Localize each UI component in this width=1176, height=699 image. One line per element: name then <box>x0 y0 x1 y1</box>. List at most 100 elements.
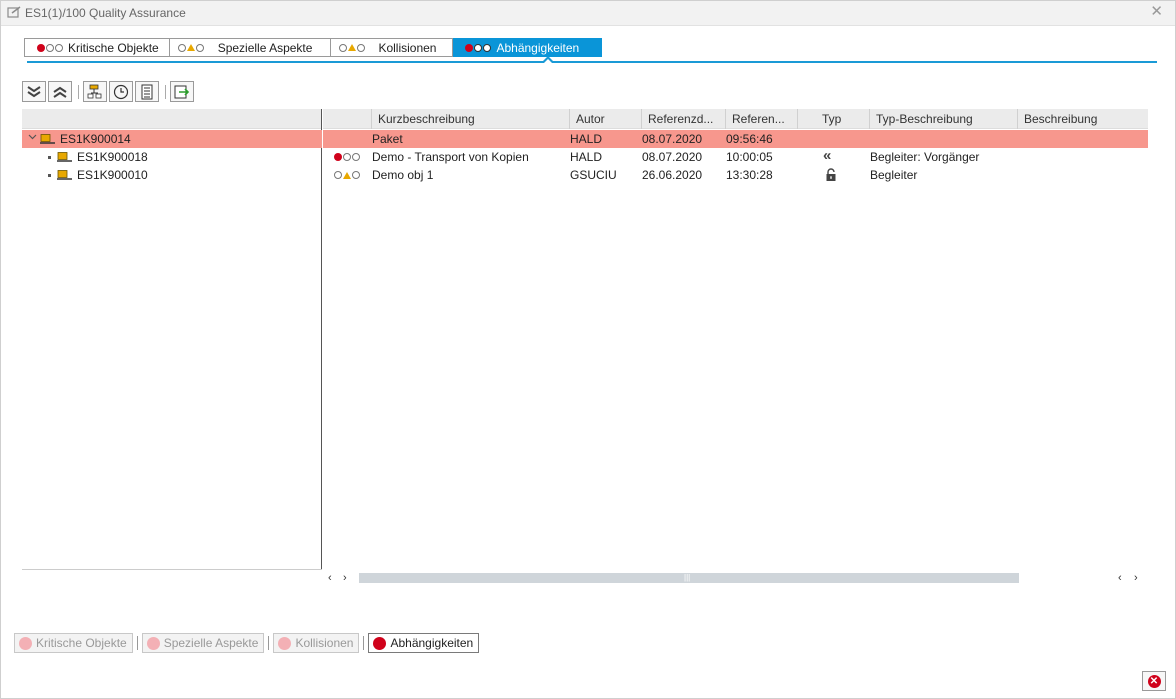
transport-request-icon <box>57 152 72 163</box>
grey-triangle-grey-icon <box>339 43 366 52</box>
unlocked-icon <box>825 168 837 186</box>
window-close-icon[interactable]: ✕ <box>1150 4 1163 20</box>
tab-abhaengigkeiten[interactable]: Abhängigkeiten <box>453 38 603 57</box>
collapse-all-icon <box>53 86 67 98</box>
tab-kritische-objekte[interactable]: Kritische Objekte <box>24 38 170 57</box>
scrollbar-thumb[interactable]: ||| <box>359 573 1019 583</box>
window-title: ES1(1)/100 Quality Assurance <box>25 6 186 20</box>
tab-label: Kollisionen <box>378 40 437 55</box>
tab-strip: Kritische Objekte Spezielle Aspekte Koll… <box>24 38 603 57</box>
spezielle-aspekte-button[interactable]: Spezielle Aspekte <box>141 633 265 653</box>
table-row[interactable]: Paket HALD 08.07.2020 09:56:46 <box>323 130 1148 148</box>
tab-label: Spezielle Aspekte <box>217 40 313 55</box>
horizontal-scrollbar[interactable]: ‹ › ||| ‹ › <box>323 571 1148 585</box>
clock-icon <box>113 84 129 99</box>
cell-kurzbeschreibung: Paket <box>372 132 403 146</box>
cell-referenzzeit: 10:00:05 <box>726 150 773 164</box>
column-header-typ[interactable]: Typ <box>797 109 869 129</box>
grey-triangle-grey-icon <box>177 43 205 52</box>
dependency-grid: Kurzbeschreibung Autor Referenzd... Refe… <box>323 109 1148 569</box>
column-header-beschreibung[interactable]: Beschreibung <box>1017 109 1148 129</box>
transport-request-icon <box>40 134 55 145</box>
column-header-referenzdatum[interactable]: Referenzd... <box>641 109 725 129</box>
cell-autor: GSUCIU <box>570 168 617 182</box>
tab-kollisionen[interactable]: Kollisionen <box>331 38 454 57</box>
status-dot-icon <box>146 636 160 650</box>
status-dot-icon <box>278 636 292 650</box>
toolbar-separator <box>78 84 79 99</box>
history-button[interactable] <box>109 81 133 102</box>
close-icon: ✕ <box>1147 674 1161 688</box>
button-label: Abhängigkeiten <box>390 636 474 650</box>
tree-header <box>22 109 321 129</box>
status-dot-icon <box>373 636 387 650</box>
scroll-left-icon[interactable]: ‹ <box>328 571 332 585</box>
column-header-referenzzeit[interactable]: Referen... <box>725 109 797 129</box>
cell-referenzzeit: 13:30:28 <box>726 168 773 182</box>
red-grey-grey-dots-icon <box>334 153 365 161</box>
column-header-autor[interactable]: Autor <box>569 109 641 129</box>
kollisionen-button[interactable]: Kollisionen <box>273 633 360 653</box>
button-separator <box>268 636 270 650</box>
scrollbar-grip-icon: ||| <box>684 573 691 582</box>
transport-tree: ES1K900014 ES1K900018 ES1K900010 <box>22 109 322 569</box>
table-row[interactable]: Demo obj 1 GSUCIU 26.06.2020 13:30:28 Be… <box>323 166 1148 184</box>
column-header-status[interactable] <box>323 109 371 129</box>
active-tab-caret-inner <box>544 59 552 63</box>
chevron-down-icon[interactable] <box>28 132 37 143</box>
grey-triangle-grey-icon <box>334 171 365 179</box>
red-grey-grey-dots-icon <box>37 43 64 52</box>
tree-row-label: ES1K900018 <box>77 150 148 164</box>
tree-row-label: ES1K900010 <box>77 168 148 182</box>
bottom-button-bar: Kritische Objekte Spezielle Aspekte Koll… <box>14 633 483 653</box>
cell-kurzbeschreibung: Demo - Transport von Kopien <box>372 150 529 164</box>
toolbar-separator <box>165 84 166 99</box>
cell-typ-beschreibung: Begleiter <box>870 168 918 182</box>
tree-row[interactable]: ES1K900010 <box>22 166 322 184</box>
tree-row[interactable]: ES1K900018 <box>22 148 322 166</box>
tree-bottom-border <box>22 569 322 570</box>
expand-all-button[interactable] <box>22 81 46 102</box>
tab-label: Kritische Objekte <box>68 40 159 55</box>
scroll-left-icon[interactable]: ‹ <box>1118 571 1122 585</box>
scroll-right-icon[interactable]: › <box>1134 571 1138 585</box>
column-header-typ-beschreibung[interactable]: Typ-Beschreibung <box>869 109 1017 129</box>
tree-bullet <box>48 174 51 177</box>
close-button[interactable]: ✕ <box>1142 671 1166 691</box>
cell-typ-beschreibung: Begleiter: Vorgänger <box>870 150 980 164</box>
expand-all-icon <box>27 85 41 97</box>
document-icon <box>141 84 153 99</box>
export-button[interactable] <box>170 81 194 102</box>
cell-referenzdatum: 08.07.2020 <box>642 150 703 164</box>
window-icon <box>7 6 21 19</box>
tree-bullet <box>48 156 51 159</box>
export-icon <box>174 85 190 98</box>
red-grey-grey-dots-icon <box>465 43 492 52</box>
button-separator <box>363 636 365 650</box>
kritische-objekte-button[interactable]: Kritische Objekte <box>14 633 133 653</box>
button-separator <box>136 636 138 650</box>
scroll-right-icon[interactable]: › <box>343 571 347 585</box>
tab-label: Abhängigkeiten <box>496 40 580 55</box>
quality-assurance-window: ES1(1)/100 Quality Assurance ✕ Kritische… <box>0 0 1176 699</box>
status-dot-icon <box>19 636 32 650</box>
cell-autor: HALD <box>570 132 603 146</box>
cell-autor: HALD <box>570 150 603 164</box>
details-button[interactable] <box>135 81 159 102</box>
cell-referenzzeit: 09:56:46 <box>726 132 773 146</box>
button-label: Kollisionen <box>295 636 354 650</box>
table-row[interactable]: Demo - Transport von Kopien HALD 08.07.2… <box>323 148 1148 166</box>
abhaengigkeiten-button[interactable]: Abhängigkeiten <box>368 633 480 653</box>
cell-kurzbeschreibung: Demo obj 1 <box>372 168 434 182</box>
tree-row[interactable]: ES1K900014 <box>22 130 322 148</box>
hierarchy-button[interactable] <box>83 81 107 102</box>
double-chevron-left-icon: « <box>823 147 832 164</box>
cell-referenzdatum: 08.07.2020 <box>642 132 703 146</box>
button-label: Kritische Objekte <box>36 636 127 650</box>
tab-spezielle-aspekte[interactable]: Spezielle Aspekte <box>169 38 332 57</box>
hierarchy-icon <box>87 84 102 98</box>
transport-request-icon <box>57 170 72 181</box>
collapse-all-button[interactable] <box>48 81 72 102</box>
toolbar <box>22 81 196 102</box>
column-header-kurzbeschreibung[interactable]: Kurzbeschreibung <box>371 109 569 129</box>
